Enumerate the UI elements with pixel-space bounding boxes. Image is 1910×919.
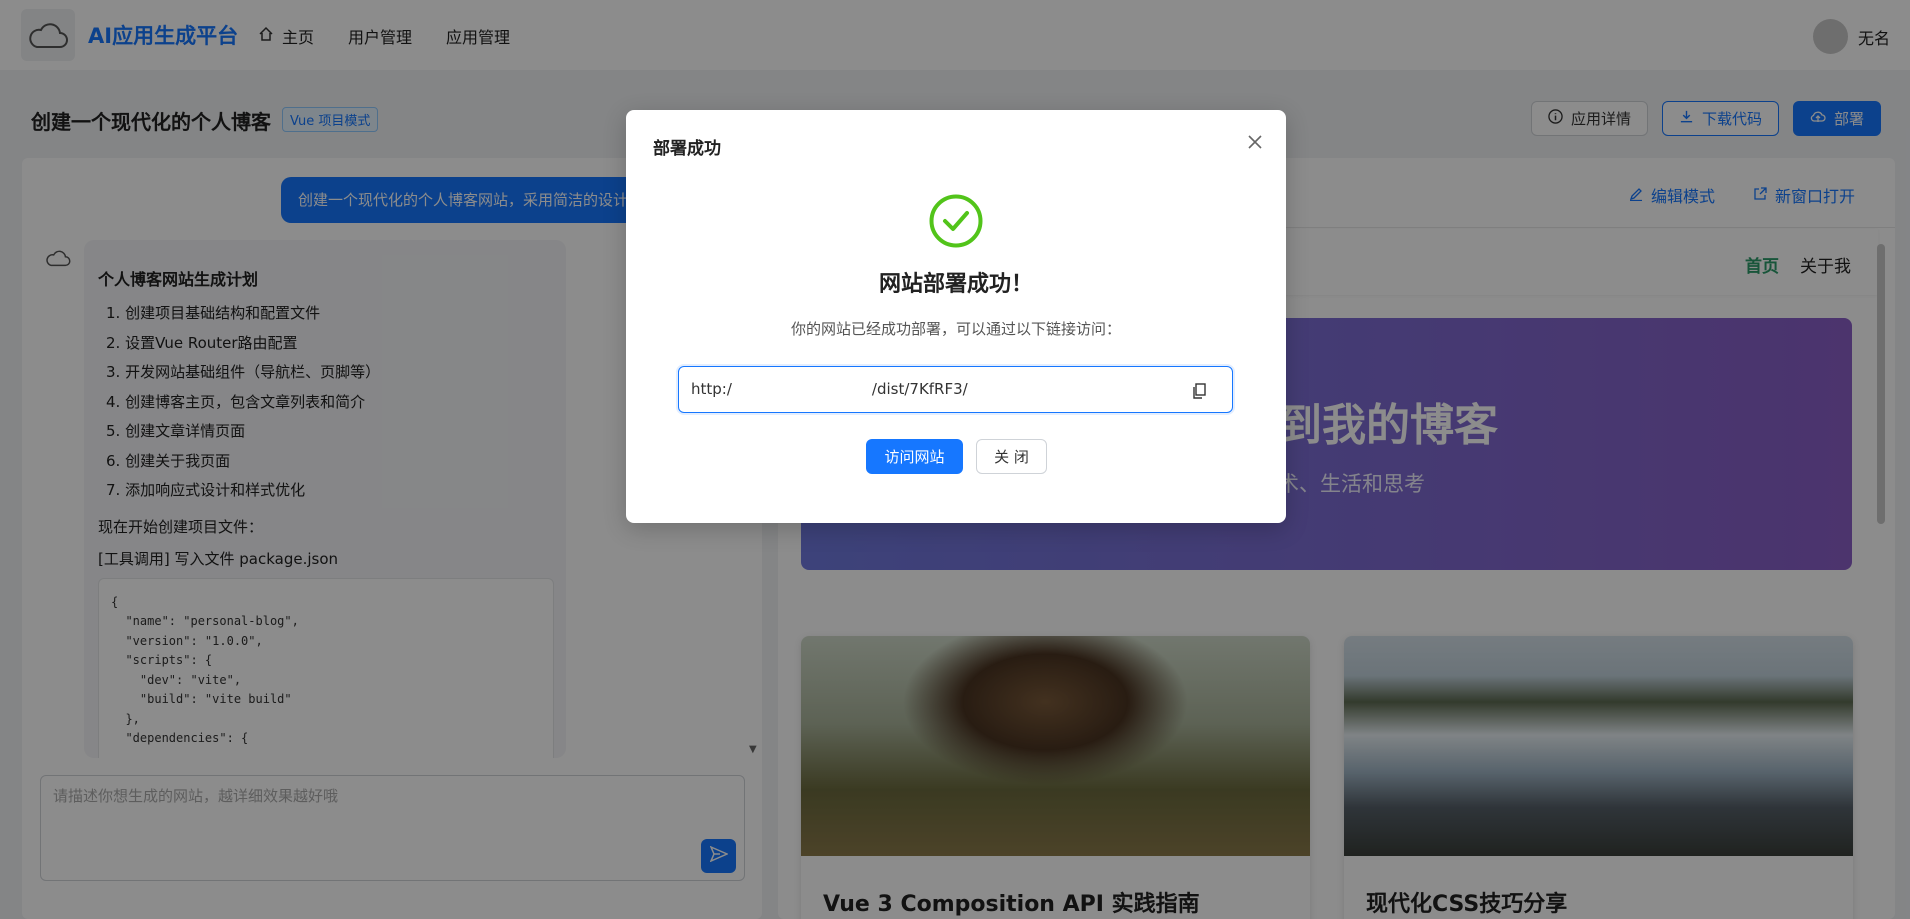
success-check-icon [929, 194, 983, 252]
close-button[interactable]: 关 闭 [976, 439, 1047, 474]
url-redacted [731, 379, 872, 400]
copy-icon[interactable] [1187, 379, 1211, 403]
visit-site-button[interactable]: 访问网站 [866, 439, 963, 474]
url-prefix: http:/ [691, 380, 732, 398]
deploy-success-modal: 部署成功 网站部署成功！ 你的网站已经成功部署，可以通过以下链接访问： http… [626, 110, 1286, 523]
deploy-url-field[interactable]: http:/ /dist/7KfRF3/ [678, 366, 1233, 413]
close-icon[interactable] [1243, 130, 1267, 154]
success-title: 网站部署成功！ [878, 272, 1033, 297]
modal-title: 部署成功 [653, 139, 721, 159]
success-description: 你的网站已经成功部署，可以通过以下链接访问： [790, 320, 1121, 338]
url-suffix: /dist/7KfRF3/ [871, 380, 968, 398]
